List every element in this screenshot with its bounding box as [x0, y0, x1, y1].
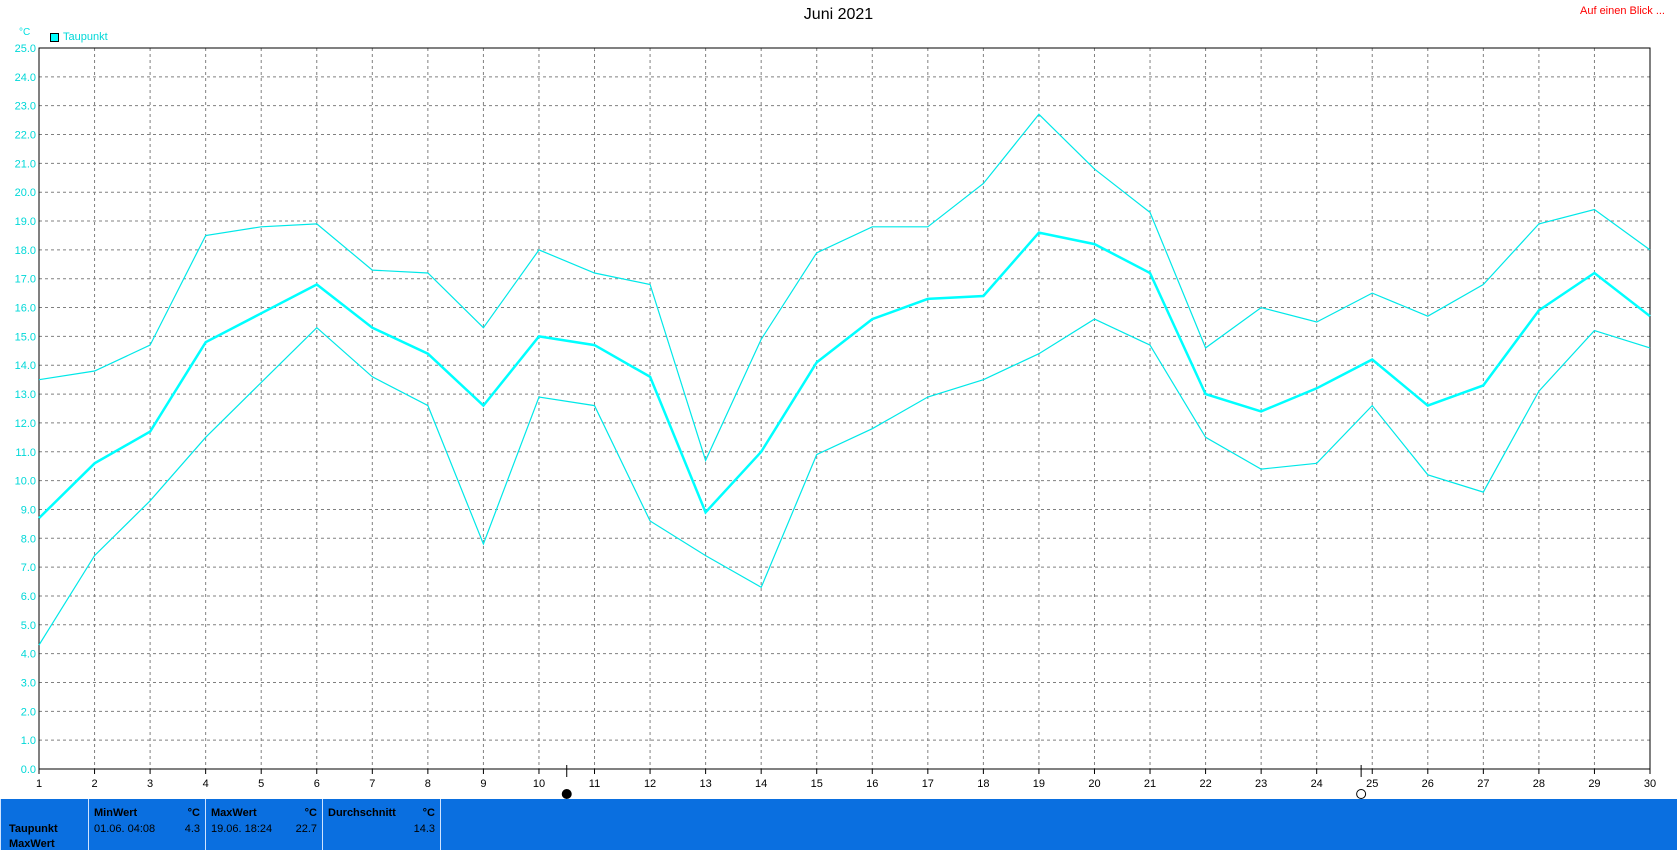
x-tick-label: 25 [1366, 778, 1378, 790]
x-tick-label: 9 [480, 778, 486, 790]
x-tick-label: 15 [811, 778, 823, 790]
series-line-max [38, 113, 1651, 463]
y-tick-label: 0.0 [21, 764, 36, 776]
x-tick-label: 8 [425, 778, 431, 790]
avg-header: Durchschnitt [328, 807, 396, 819]
x-tick-label: 20 [1088, 778, 1100, 790]
x-tick-label: 21 [1144, 778, 1156, 790]
stats-max-column: MaxWert °C 19.06. 18:24 22.7 [206, 799, 323, 850]
x-tick-label: 7 [369, 778, 375, 790]
x-tick-label: 19 [1033, 778, 1045, 790]
x-tick-label: 26 [1422, 778, 1434, 790]
x-tick-label: 5 [258, 778, 264, 790]
statistics-bar: Taupunkt MaxWert MinWert °C 01.06. 04:08… [0, 799, 1677, 850]
x-tick-label: 11 [589, 778, 600, 790]
avg-unit: °C [422, 807, 435, 819]
x-tick-label: 3 [147, 778, 153, 790]
y-tick-label: 24.0 [15, 72, 36, 84]
x-tick-label: 12 [644, 778, 656, 790]
stats-row-label: Taupunkt [9, 823, 58, 835]
y-tick-label: 23.0 [15, 101, 36, 113]
x-tick-label: 22 [1199, 778, 1211, 790]
full-moon-icon [1356, 789, 1367, 799]
y-tick-label: 8.0 [21, 533, 36, 545]
plot-frame [38, 47, 1651, 770]
stats-min-column: MinWert °C 01.06. 04:08 4.3 [89, 799, 206, 850]
y-tick-label: 20.0 [15, 187, 36, 199]
y-tick-label: 10.0 [15, 476, 36, 488]
max-value: 22.7 [295, 823, 317, 835]
y-tick-label: 19.0 [15, 216, 36, 228]
y-tick-label: 14.0 [15, 360, 36, 372]
y-tick-label: 4.0 [21, 649, 36, 661]
y-tick-label: 15.0 [15, 331, 36, 343]
y-tick-label: 2.0 [21, 706, 36, 718]
stats-avg-column: Durchschnitt °C 14.3 [323, 799, 441, 850]
x-tick-label: 18 [977, 778, 989, 790]
y-tick-label: 12.0 [15, 418, 36, 430]
x-tick-label: 29 [1588, 778, 1600, 790]
new-moon-icon [561, 789, 572, 799]
y-tick-label: 21.0 [15, 158, 36, 170]
y-tick-label: 16.0 [15, 303, 36, 315]
min-value: 4.3 [184, 823, 200, 835]
y-tick-label: 7.0 [21, 562, 36, 574]
min-header: MinWert [94, 807, 138, 819]
x-tick-label: 2 [91, 778, 97, 790]
y-tick-label: 6.0 [21, 591, 36, 603]
y-tick-label: 22.0 [15, 130, 36, 142]
x-tick-label: 4 [203, 778, 209, 790]
x-tick-label: 30 [1644, 778, 1656, 790]
max-timestamp: 19.06. 18:24 [211, 823, 273, 835]
x-tick-label: 27 [1477, 778, 1489, 790]
y-tick-label: 18.0 [15, 245, 36, 257]
y-tick-label: 13.0 [15, 389, 36, 401]
avg-value: 14.3 [413, 823, 435, 835]
x-tick-label: 6 [314, 778, 320, 790]
min-unit: °C [187, 807, 200, 819]
stats-label-column: Taupunkt MaxWert [0, 799, 89, 850]
x-tick-label: 24 [1311, 778, 1323, 790]
stats-row-label-2: MaxWert [9, 838, 55, 850]
y-tick-label: 1.0 [21, 735, 36, 747]
y-tick-label: 17.0 [15, 274, 36, 286]
min-timestamp: 01.06. 04:08 [94, 823, 156, 835]
x-tick-label: 17 [922, 778, 934, 790]
max-header: MaxWert [211, 807, 257, 819]
x-tick-label: 10 [533, 778, 545, 790]
max-unit: °C [304, 807, 317, 819]
y-tick-label: 9.0 [21, 504, 36, 516]
x-tick-label: 16 [866, 778, 878, 790]
series-line-avg [38, 231, 1651, 519]
y-tick-label: 5.0 [21, 620, 36, 632]
y-tick-label: 11.0 [15, 447, 36, 459]
x-tick-label: 28 [1533, 778, 1545, 790]
x-tick-label: 1 [36, 778, 42, 790]
y-tick-label: 3.0 [21, 677, 36, 689]
chart-plot: 0.01.02.03.04.05.06.07.08.09.010.011.012… [15, 43, 1656, 799]
y-tick-label: 25.0 [15, 43, 36, 55]
x-tick-label: 14 [755, 778, 767, 790]
chart-window: Juni 2021 Auf einen Blick ... °C Taupunk… [0, 0, 1677, 850]
x-tick-label: 13 [699, 778, 711, 790]
x-tick-label: 23 [1255, 778, 1267, 790]
